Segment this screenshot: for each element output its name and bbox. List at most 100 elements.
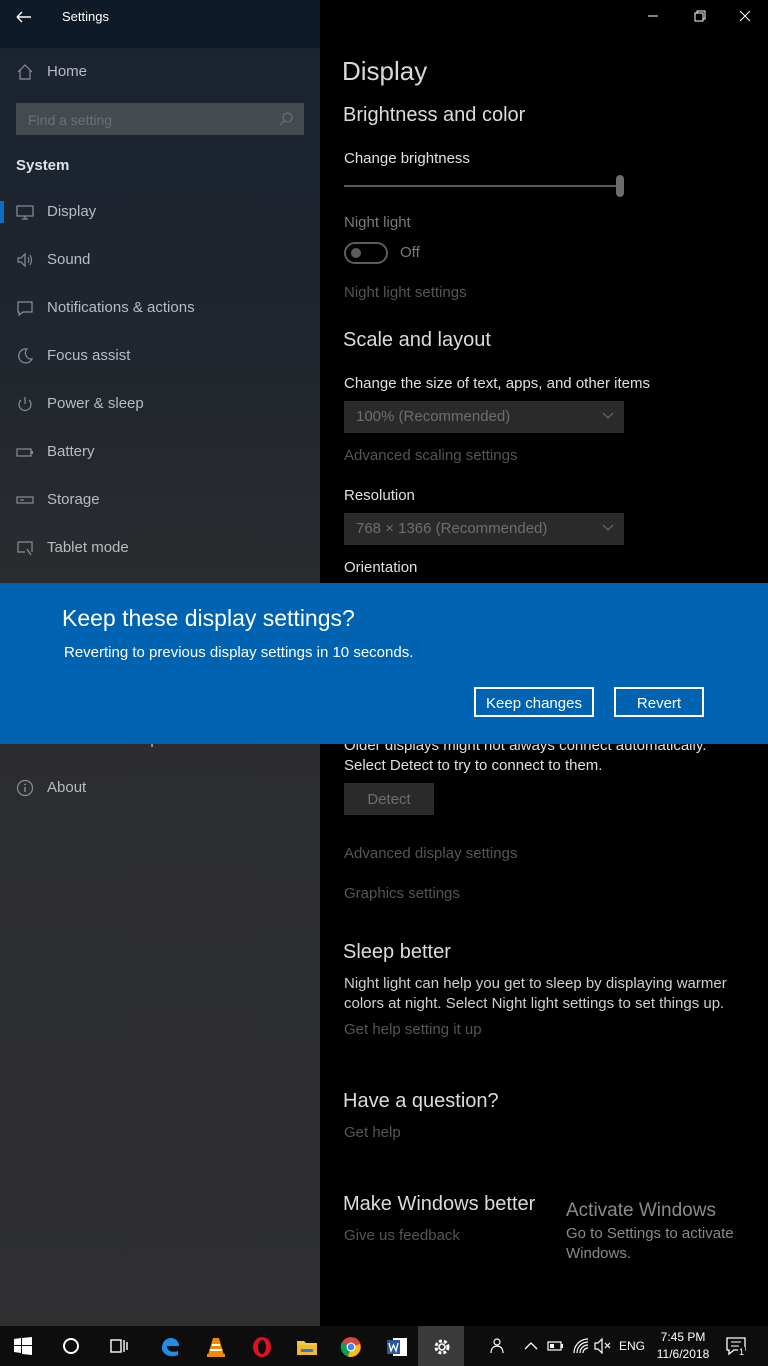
sidebar-item-label: Tablet mode <box>47 539 129 556</box>
sidebar-item-label: Storage <box>47 491 100 508</box>
brightness-slider-thumb[interactable] <box>616 175 624 197</box>
storage-icon <box>16 496 34 504</box>
people-icon <box>490 1338 504 1354</box>
notification-icon <box>17 301 33 317</box>
close-icon <box>739 10 751 22</box>
opera-taskbar-button[interactable] <box>238 1326 284 1366</box>
sidebar-item-tablet-mode[interactable]: Tablet mode <box>0 528 320 568</box>
chevron-up-icon[interactable] <box>524 1340 538 1352</box>
size-label: Change the size of text, apps, and other… <box>344 375 651 392</box>
gear-icon <box>434 1339 450 1355</box>
brightness-slider-track[interactable] <box>344 185 620 187</box>
people-button[interactable] <box>472 1326 518 1366</box>
task-view-button[interactable] <box>96 1326 142 1366</box>
sidebar-item-power-sleep[interactable]: Power & sleep <box>0 384 320 424</box>
wifi-icon[interactable] <box>572 1337 590 1355</box>
tablet-icon <box>17 541 33 556</box>
sidebar-item-label: Notifications & actions <box>47 299 195 316</box>
search-input[interactable] <box>26 103 280 137</box>
vlc-cone-icon <box>207 1338 225 1357</box>
night-light-label: Night light <box>344 214 411 231</box>
search-box[interactable] <box>16 103 304 137</box>
windows-logo-icon <box>14 1337 32 1355</box>
speaker-icon <box>17 252 33 268</box>
battery-tray-icon[interactable] <box>547 1339 565 1353</box>
start-button[interactable] <box>0 1326 46 1366</box>
advanced-scaling-link[interactable]: Advanced scaling settings <box>344 447 517 464</box>
minimize-icon <box>648 15 658 17</box>
get-help-link[interactable]: Get help <box>344 1124 401 1141</box>
keep-changes-button[interactable]: Keep changes <box>474 687 594 717</box>
action-center-button[interactable]: 1 <box>724 1334 748 1358</box>
clock-date[interactable]: 11/6/2018 <box>652 1347 714 1361</box>
monitor-icon <box>16 205 34 220</box>
vlc-taskbar-button[interactable] <box>192 1326 238 1366</box>
home-nav-item[interactable]: Home <box>0 52 320 92</box>
page-title: Display <box>342 56 428 86</box>
feedback-link[interactable]: Give us feedback <box>344 1227 460 1244</box>
sidebar-item-display[interactable]: Display <box>0 192 320 232</box>
home-label: Home <box>47 63 88 80</box>
minimize-button[interactable] <box>630 0 676 32</box>
chrome-browser-icon <box>340 1337 361 1357</box>
folder-icon <box>297 1341 317 1355</box>
notification-count: 1 <box>738 1347 746 1357</box>
sidebar-item-label: Power & sleep <box>47 395 144 412</box>
taskbar: ENG 7:45 PM 11/6/2018 1 <box>0 1326 768 1366</box>
settings-taskbar-button[interactable] <box>418 1326 464 1366</box>
sidebar-item-storage[interactable]: Storage <box>0 480 320 520</box>
revert-button[interactable]: Revert <box>614 687 704 717</box>
sidebar-item-about[interactable]: About <box>0 768 320 808</box>
back-button[interactable] <box>12 6 36 28</box>
battery-icon <box>16 448 33 457</box>
opera-browser-icon <box>253 1337 271 1357</box>
sidebar-item-label: About <box>47 779 87 796</box>
language-indicator[interactable]: ENG <box>617 1339 647 1353</box>
sidebar-item-notifications[interactable]: Notifications & actions <box>0 288 320 328</box>
dialog-title: Keep these display settings? <box>62 605 355 631</box>
section-title: System <box>16 157 70 174</box>
scale-dropdown[interactable]: 100% (Recommended) <box>344 401 624 433</box>
night-light-toggle[interactable] <box>344 242 388 264</box>
chrome-taskbar-button[interactable] <box>327 1326 373 1366</box>
orientation-label: Orientation <box>344 559 418 576</box>
search-icon[interactable] <box>278 111 294 127</box>
scale-value: 100% (Recommended) <box>356 408 511 425</box>
info-icon <box>16 779 34 797</box>
sidebar-item-label: Display <box>47 203 97 220</box>
sleep-help-link[interactable]: Get help setting it up <box>344 1021 482 1038</box>
dialog-message: Reverting to previous display settings i… <box>64 644 414 661</box>
night-light-settings-link[interactable]: Night light settings <box>344 284 467 301</box>
resolution-dropdown[interactable]: 768 × 1366 (Recommended) <box>344 513 624 545</box>
advanced-display-link[interactable]: Advanced display settings <box>344 845 517 862</box>
detect-button[interactable]: Detect <box>344 783 434 815</box>
restore-button[interactable] <box>676 0 722 32</box>
night-light-state: Off <box>400 244 420 261</box>
back-arrow-icon <box>16 11 31 23</box>
volume-muted-icon[interactable] <box>594 1338 612 1354</box>
question-heading: Have a question? <box>343 1090 499 1112</box>
graphics-settings-link[interactable]: Graphics settings <box>344 885 460 902</box>
sleep-text-line1: Night light can help you get to sleep by… <box>344 975 727 992</box>
resolution-value: 768 × 1366 (Recommended) <box>356 520 548 537</box>
sidebar-item-battery[interactable]: Battery <box>0 432 320 472</box>
scale-heading: Scale and layout <box>343 329 491 351</box>
cortana-button[interactable] <box>48 1326 94 1366</box>
restore-icon <box>694 10 706 22</box>
sidebar-item-label: Sound <box>47 251 91 268</box>
sidebar-item-label: Focus assist <box>47 347 131 364</box>
change-brightness-label: Change brightness <box>344 150 470 167</box>
sleep-text-line2: colors at night. Select Night light sett… <box>344 995 725 1012</box>
activate-windows-line3: Windows. <box>566 1245 632 1262</box>
word-taskbar-button[interactable] <box>372 1326 418 1366</box>
clock-time[interactable]: 7:45 PM <box>652 1330 714 1344</box>
file-explorer-taskbar-button[interactable] <box>282 1326 328 1366</box>
edge-taskbar-button[interactable] <box>146 1326 192 1366</box>
sidebar-item-sound[interactable]: Sound <box>0 240 320 280</box>
close-button[interactable] <box>722 0 768 32</box>
sidebar-item-focus-assist[interactable]: Focus assist <box>0 336 320 376</box>
activate-windows-line2: Go to Settings to activate <box>566 1225 734 1242</box>
chevron-down-icon <box>602 524 614 531</box>
home-icon <box>17 64 33 80</box>
sleep-heading: Sleep better <box>343 941 451 963</box>
